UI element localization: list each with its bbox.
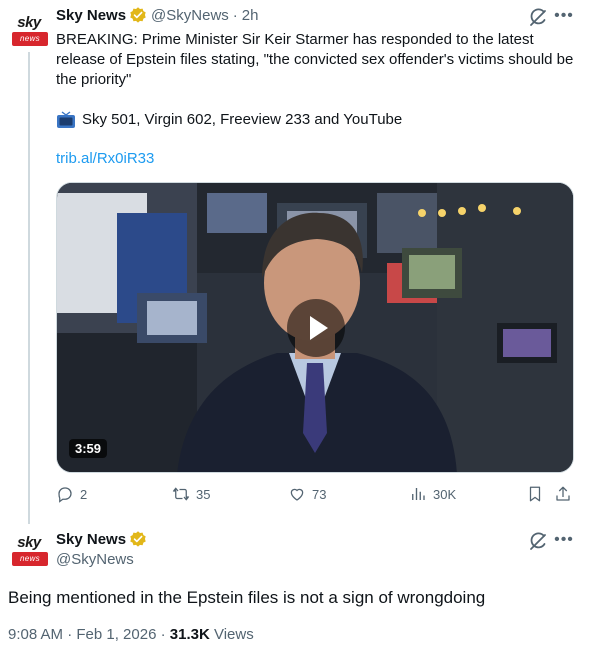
author-name[interactable]: Sky News	[56, 7, 126, 24]
video-duration: 3:59	[69, 439, 108, 458]
reply-icon	[58, 487, 72, 503]
separator-dot: ·	[232, 6, 238, 24]
repost-count: 35	[196, 486, 211, 502]
views-count: 31.3K	[169, 626, 210, 643]
like-icon	[290, 488, 304, 501]
channels-text: Sky 501, Virgin 602, Freeview 233 and Yo…	[82, 111, 403, 128]
reply-button[interactable]: 2	[56, 485, 87, 503]
play-icon[interactable]	[287, 299, 345, 357]
avatar-logo-news: news	[12, 32, 48, 46]
like-button[interactable]: 73	[288, 485, 326, 503]
bookmark-button[interactable]	[526, 485, 550, 503]
views-button[interactable]: 30K	[409, 485, 456, 503]
avatar-logo-news: news	[12, 552, 48, 566]
video-player[interactable]: 3:59	[56, 182, 574, 473]
share-button[interactable]	[554, 485, 578, 503]
views-count: 30K	[433, 486, 457, 502]
repost-icon	[172, 487, 190, 501]
avatar-logo-sky: sky	[17, 14, 41, 31]
author-handle[interactable]: @SkyNews	[56, 551, 134, 568]
more-icon[interactable]: •••	[554, 530, 574, 550]
tweet-header: Sky News	[56, 530, 151, 548]
channels-line: Sky 501, Virgin 602, Freeview 233 and Yo…	[56, 110, 402, 130]
bookmark-icon	[529, 486, 541, 502]
verified-badge-icon	[130, 531, 146, 547]
tweet-meta: 9:08 AM · Feb 1, 2026 · 31.3K Views	[8, 626, 254, 643]
grok-icon[interactable]	[528, 8, 548, 28]
more-icon[interactable]: •••	[554, 6, 574, 26]
share-icon	[556, 486, 570, 501]
tweet-time[interactable]: 2h	[242, 7, 259, 24]
repost-button[interactable]: 35	[172, 485, 210, 503]
avatar[interactable]: sky news	[8, 8, 50, 50]
tweet-header: Sky News @SkyNews · 2h	[56, 6, 258, 24]
grok-icon[interactable]	[528, 532, 548, 552]
tweet-main[interactable]: sky news Sky News @SkyNews · 2h ••• BREA…	[0, 0, 590, 524]
avatar-logo-sky: sky	[17, 534, 41, 551]
avatar[interactable]: sky news	[8, 528, 50, 570]
tweet-text: Being mentioned in the Epstein files is …	[8, 588, 486, 607]
tweet-text: BREAKING: Prime Minister Sir Keir Starme…	[56, 31, 574, 88]
reply-count: 2	[80, 486, 88, 502]
tweet-actions: 2 35 73 30K	[56, 485, 576, 507]
views-label: Views	[209, 626, 254, 643]
tv-icon	[57, 111, 75, 128]
tweet-timestamp[interactable]: 9:08 AM · Feb 1, 2026 ·	[8, 626, 170, 643]
author-name[interactable]: Sky News	[56, 531, 126, 548]
author-handle[interactable]: @SkyNews	[151, 7, 229, 24]
views-icon	[412, 488, 425, 500]
tweet-link[interactable]: trib.al/Rx0iR33	[56, 150, 154, 167]
thread-line	[28, 52, 30, 524]
tweet-focus[interactable]: sky news Sky News @SkyNews ••• Being men…	[0, 520, 590, 658]
like-count: 73	[312, 486, 327, 502]
verified-badge-icon	[130, 7, 146, 23]
